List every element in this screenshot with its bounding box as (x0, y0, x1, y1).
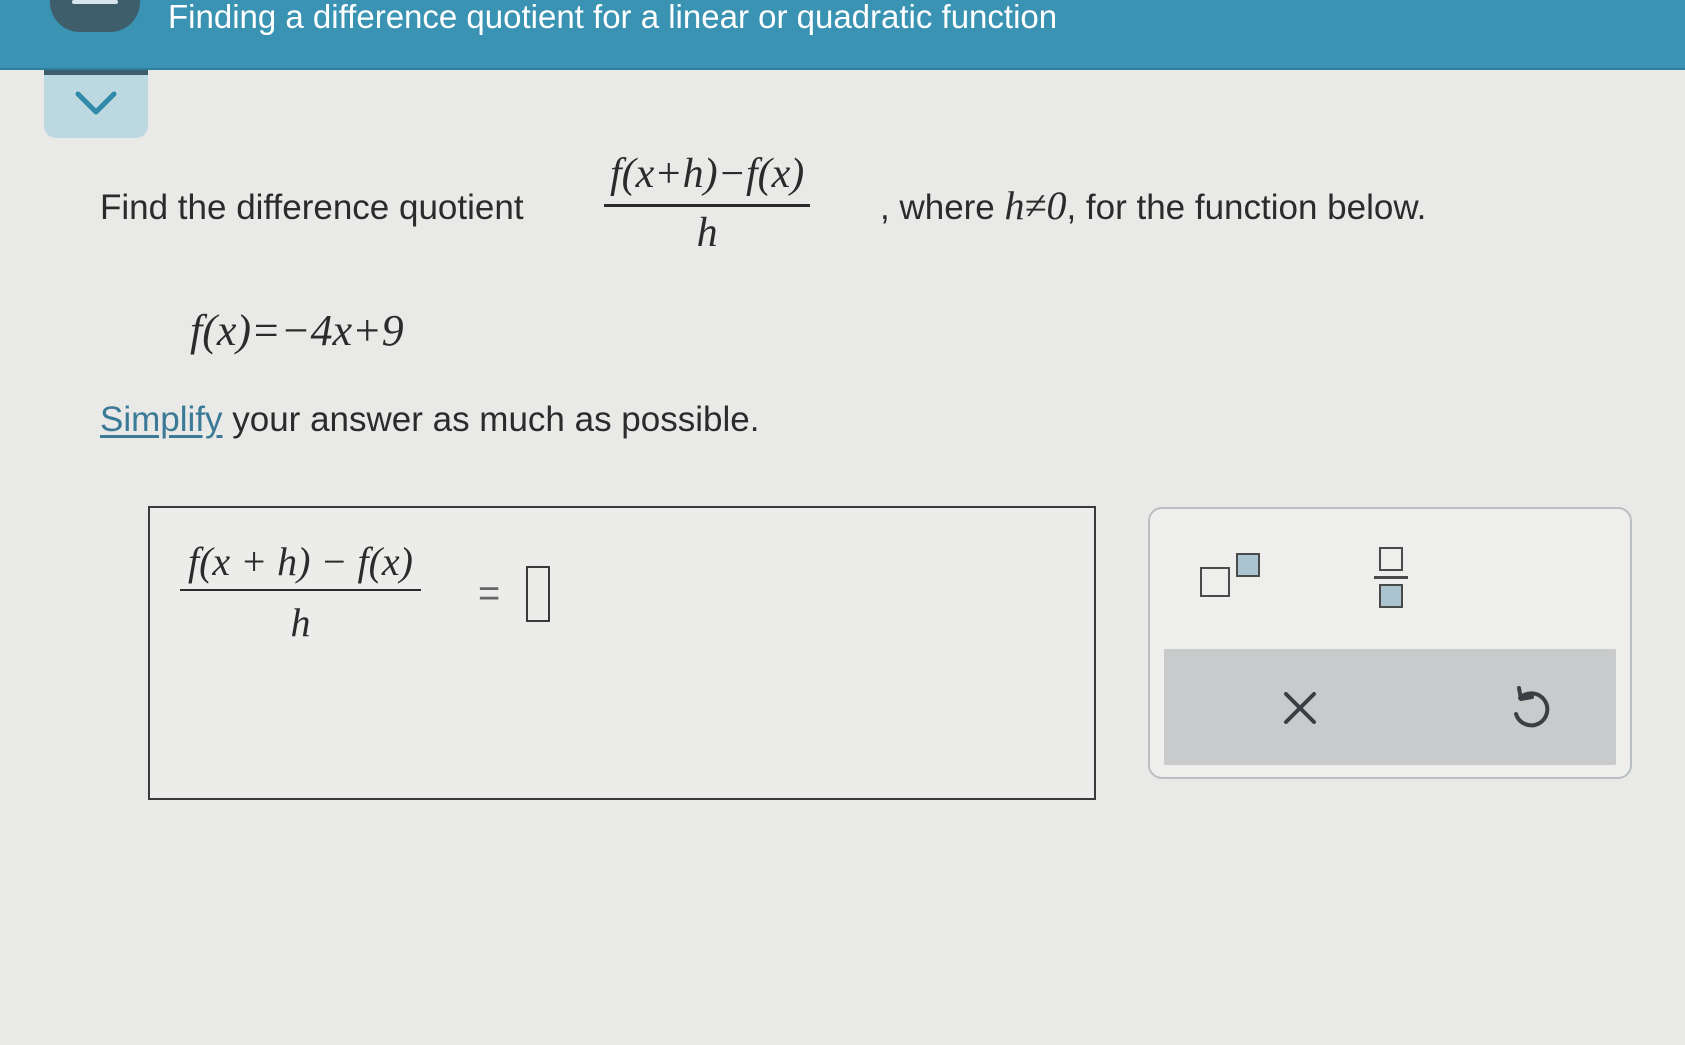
undo-button[interactable] (1494, 677, 1554, 737)
fraction-template-bar (1374, 576, 1408, 579)
answer-denominator: h (290, 600, 311, 645)
fraction-button[interactable] (1364, 541, 1424, 621)
close-icon (1284, 692, 1316, 724)
menu-icon (72, 0, 118, 4)
math-tools-palette (1148, 507, 1632, 779)
header-bar: Finding a difference quotient for a line… (0, 0, 1685, 70)
answer-numerator: f(x + h) − f(x) (188, 539, 413, 584)
equals-sign: = (478, 573, 501, 615)
where-text: , where (880, 188, 1005, 227)
exponent-button[interactable] (1200, 545, 1290, 605)
undo-icon (1514, 686, 1550, 728)
clear-button[interactable] (1264, 677, 1324, 737)
quotient-numerator: f(x+h)−f(x) (610, 151, 805, 197)
topic-title: Finding a difference quotient for a line… (168, 0, 1058, 35)
condition-tail: , for the function below. (1066, 188, 1427, 227)
menu-button[interactable] (50, 0, 140, 32)
question-condition-line: , where h≠0, for the function below. (880, 182, 1426, 229)
instruction-line: Simplify your answer as much as possible… (100, 400, 759, 440)
quotient-denominator: h (696, 210, 718, 256)
h-nonzero-condition: h≠0 (1004, 183, 1067, 228)
difference-quotient-expression: f(x+h)−f(x) h (604, 150, 811, 257)
exponent-superscript-box (1236, 553, 1260, 577)
answer-input[interactable] (526, 566, 550, 622)
simplify-link[interactable]: Simplify (100, 400, 223, 439)
function-definition: f(x)=−4x+9 (190, 306, 404, 355)
answer-box: f(x + h) − f(x) h = (148, 506, 1096, 800)
question-intro: Find the difference quotient (100, 188, 524, 227)
chevron-down-icon (75, 91, 117, 115)
fraction-denominator-box (1379, 584, 1403, 608)
collapse-toggle-button[interactable] (44, 70, 148, 138)
answer-quotient-expression: f(x + h) − f(x) h (180, 538, 421, 646)
instruction-rest: your answer as much as possible. (222, 400, 760, 439)
fraction-template-icon (1379, 547, 1403, 571)
action-buttons-row (1164, 649, 1616, 765)
exponent-template-icon (1200, 567, 1230, 597)
